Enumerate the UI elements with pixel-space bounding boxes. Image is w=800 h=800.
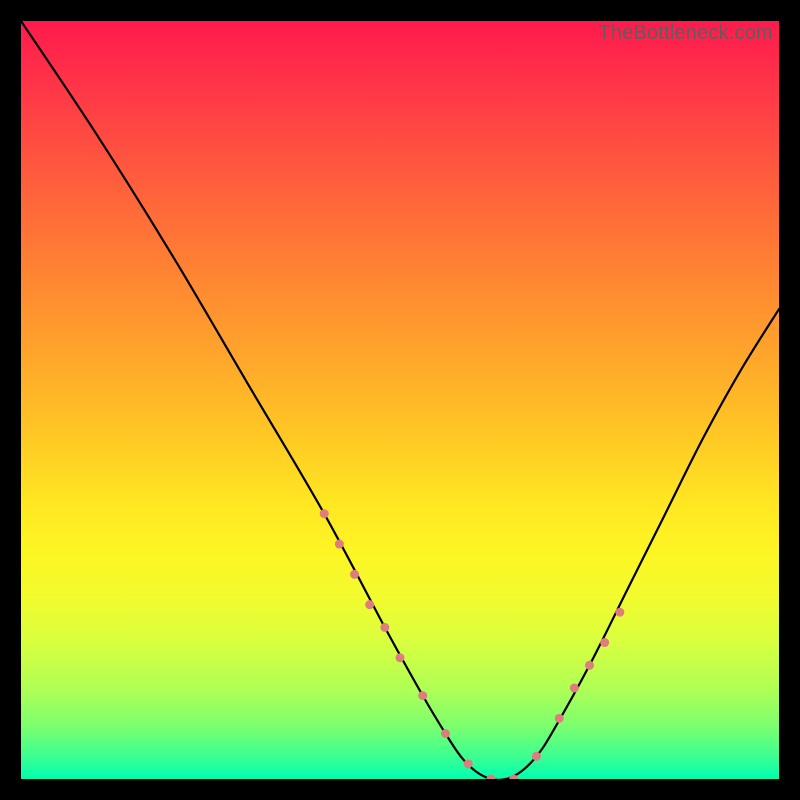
watermark-text: TheBottleneck.com: [598, 22, 773, 45]
curve-marker: [585, 661, 594, 670]
curve-marker: [365, 600, 374, 609]
curve-marker: [335, 540, 344, 549]
curve-marker: [320, 509, 329, 518]
curve-marker: [555, 714, 564, 723]
curve-marker: [570, 684, 579, 693]
curve-marker: [532, 752, 541, 761]
bottleneck-curve-path: [21, 21, 779, 779]
curve-markers: [320, 509, 625, 779]
plot-area: [21, 21, 779, 779]
curve-marker: [380, 623, 389, 632]
curve-marker: [464, 759, 473, 768]
curve-layer: [21, 21, 779, 779]
curve-marker: [600, 638, 609, 647]
curve-marker: [396, 653, 405, 662]
bottleneck-curve: [21, 21, 779, 779]
curve-marker: [441, 729, 450, 738]
chart-frame: TheBottleneck.com: [21, 21, 779, 779]
curve-marker: [350, 570, 359, 579]
curve-marker: [418, 691, 427, 700]
curve-marker: [486, 775, 495, 780]
curve-marker: [615, 608, 624, 617]
